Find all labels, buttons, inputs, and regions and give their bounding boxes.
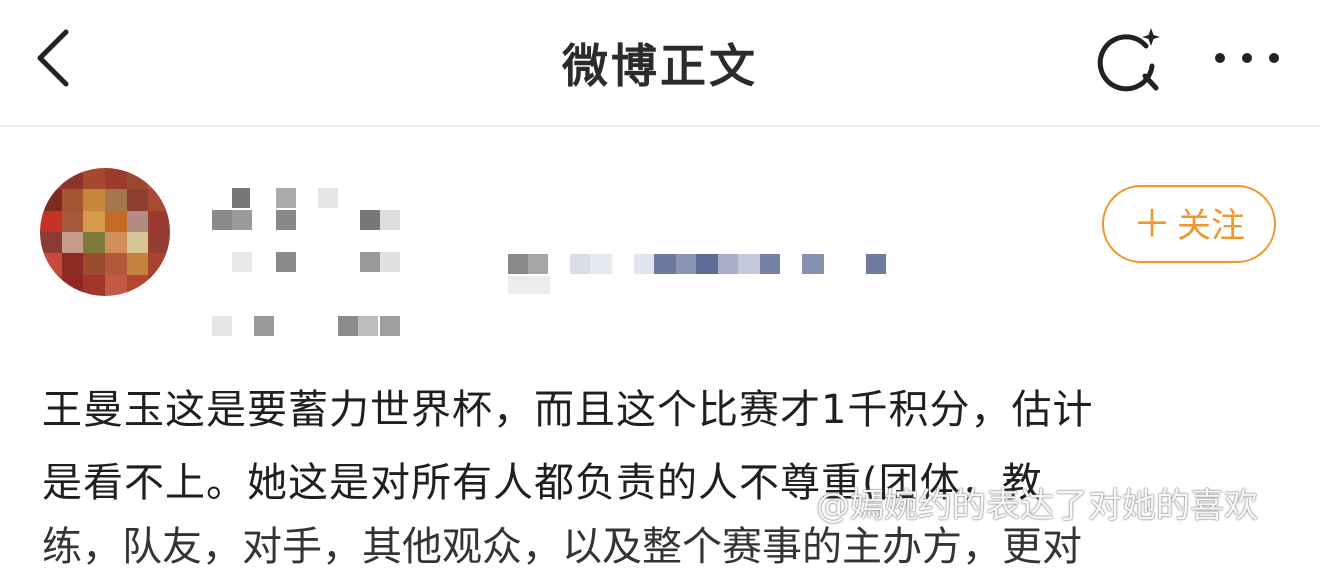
avatar-icon[interactable] — [40, 168, 170, 296]
follow-label: 关注 — [1177, 206, 1245, 246]
top-nav-bar: 微博正文 — [0, 0, 1320, 127]
more-options-button[interactable] — [1206, 40, 1288, 76]
search-button[interactable] — [1096, 24, 1168, 94]
post-text-line-1: 王曼玉这是要蓄力世界杯，而且这个比赛才1千积分，估计 — [42, 387, 1094, 433]
plus-icon: ＋ — [1132, 202, 1171, 246]
search-sparkle-icon — [1097, 28, 1160, 92]
watermark: @嫣婉约的表达了对她的喜欢 — [816, 486, 1258, 526]
follow-button[interactable]: ＋关注 — [1102, 185, 1276, 263]
more-dots-icon — [1215, 53, 1279, 63]
